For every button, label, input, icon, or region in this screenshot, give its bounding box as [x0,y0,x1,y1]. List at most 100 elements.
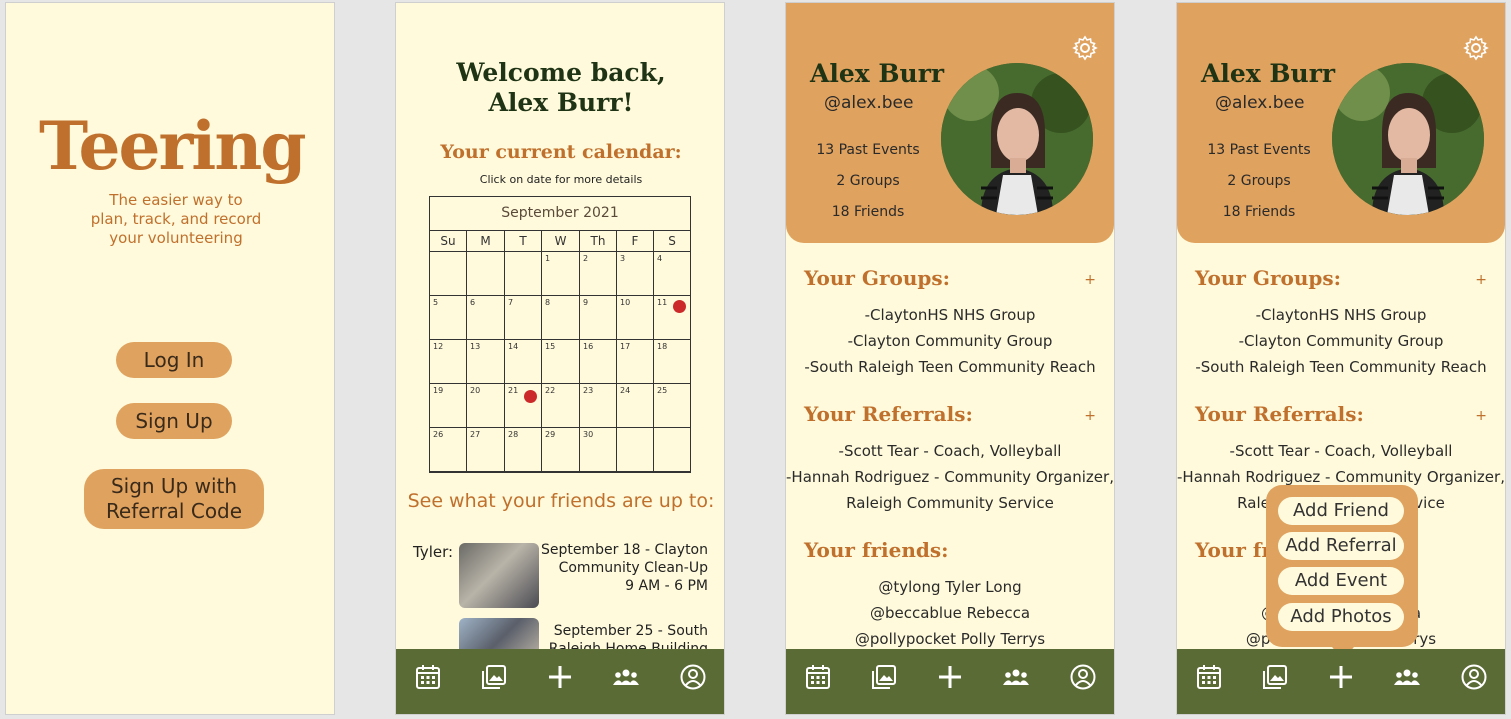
add-icon[interactable] [546,663,574,691]
calendar-day[interactable]: 7 [505,296,542,340]
calendar-day[interactable] [654,428,690,472]
groups-title: Your Groups: [1195,266,1342,290]
calendar-day[interactable]: 28 [505,428,542,472]
groups-icon[interactable] [612,663,640,691]
group-item[interactable]: -ClaytonHS NHS Group [1177,306,1505,324]
referral-item[interactable]: Raleigh Community Service [786,494,1114,512]
calendar-day[interactable] [430,252,467,296]
gear-icon[interactable] [1463,35,1489,61]
calendar-day[interactable]: 20 [467,384,505,428]
calendar-day[interactable]: 16 [580,340,617,384]
calendar-day[interactable]: 14 [505,340,542,384]
friend-item[interactable]: @pollypocket Polly Terrys [786,630,1114,648]
calendar-day-number: 25 [657,386,668,395]
calendar-icon[interactable] [1195,663,1223,691]
gear-icon[interactable] [1072,35,1098,61]
login-button[interactable]: Log In [116,342,232,378]
calendar-day[interactable]: 27 [467,428,505,472]
calendar-day[interactable]: 25 [654,384,690,428]
calendar-day-number: 28 [508,430,519,439]
group-item[interactable]: -South Raleigh Teen Community Reach [786,358,1114,376]
calendar-day[interactable]: 18 [654,340,690,384]
referral-item[interactable]: -Scott Tear - Coach, Volleyball [1177,442,1505,460]
groups-icon[interactable] [1002,663,1030,691]
friend-item[interactable]: @tylong Tyler Long [786,578,1114,596]
calendar-day[interactable]: 10 [617,296,654,340]
calendar-weekdays: Su M T W Th F S [430,231,690,252]
calendar-day[interactable]: 13 [467,340,505,384]
calendar-day[interactable]: 4 [654,252,690,296]
calendar-day[interactable]: 21 [505,384,542,428]
referral-item[interactable]: -Scott Tear - Coach, Volleyball [786,442,1114,460]
calendar-day-number: 22 [545,386,556,395]
stat-groups[interactable]: 2 Groups [798,166,938,197]
referral-item[interactable]: -Hannah Rodriguez - Community Organizer, [1177,468,1505,486]
calendar-day[interactable]: 22 [542,384,580,428]
calendar-day-number: 2 [583,254,589,263]
referral-item[interactable]: -Hannah Rodriguez - Community Organizer, [786,468,1114,486]
stat-friends[interactable]: 18 Friends [1189,197,1329,228]
calendar-icon[interactable] [804,663,832,691]
add-group-button[interactable]: + [1084,272,1096,288]
friend-item[interactable]: @beccablue Rebecca [786,604,1114,622]
referral-signup-button[interactable]: Sign Up with Referral Code [84,469,264,529]
profile-icon[interactable] [1069,663,1097,691]
profile-handle: @alex.bee [1215,93,1305,113]
calendar-day[interactable]: 3 [617,252,654,296]
group-item[interactable]: -Clayton Community Group [786,332,1114,350]
gallery-icon[interactable] [870,663,898,691]
calendar-day[interactable]: 5 [430,296,467,340]
calendar-day[interactable] [505,252,542,296]
group-item[interactable]: -Clayton Community Group [1177,332,1505,350]
app-logo: Teering [39,107,307,185]
group-item[interactable]: -ClaytonHS NHS Group [786,306,1114,324]
stat-groups[interactable]: 2 Groups [1189,166,1329,197]
calendar-day[interactable] [467,252,505,296]
calendar-day[interactable]: 23 [580,384,617,428]
event-info[interactable]: September 18 - Clayton Community Clean-U… [541,541,708,595]
add-event-button[interactable]: Add Event [1278,567,1404,595]
calendar-day[interactable]: 19 [430,384,467,428]
add-referral-menu-button[interactable]: Add Referral [1278,532,1404,560]
calendar-day[interactable]: 9 [580,296,617,340]
add-friend-button[interactable]: Add Friend [1278,497,1404,525]
calendar-day[interactable]: 12 [430,340,467,384]
add-photos-button[interactable]: Add Photos [1278,603,1404,631]
friend-name: Tyler: [413,543,454,561]
calendar-day[interactable]: 17 [617,340,654,384]
profile-icon[interactable] [679,663,707,691]
add-referral-button[interactable]: + [1475,408,1487,424]
stat-friends[interactable]: 18 Friends [798,197,938,228]
calendar-day[interactable] [617,428,654,472]
calendar-day[interactable]: 24 [617,384,654,428]
event-marker[interactable] [524,390,537,403]
add-icon[interactable] [936,663,964,691]
calendar-day[interactable]: 29 [542,428,580,472]
calendar-day[interactable]: 26 [430,428,467,472]
calendar-day-number: 30 [583,430,594,439]
calendar-icon[interactable] [414,663,442,691]
calendar-day[interactable]: 1 [542,252,580,296]
event-photo[interactable] [459,543,539,608]
weekday-label: Th [580,231,617,251]
stat-events[interactable]: 13 Past Events [798,135,938,166]
calendar-day[interactable]: 30 [580,428,617,472]
groups-icon[interactable] [1393,663,1421,691]
signup-button[interactable]: Sign Up [116,403,232,439]
calendar-day[interactable]: 2 [580,252,617,296]
add-group-button[interactable]: + [1475,272,1487,288]
group-item[interactable]: -South Raleigh Teen Community Reach [1177,358,1505,376]
calendar-day[interactable]: 15 [542,340,580,384]
gallery-icon[interactable] [480,663,508,691]
calendar-day[interactable]: 8 [542,296,580,340]
referrals-title: Your Referrals: [804,402,973,426]
add-referral-button[interactable]: + [1084,408,1096,424]
profile-screen: Alex Burr @alex.bee 13 Past Events 2 Gro… [785,2,1115,715]
event-marker[interactable] [673,300,686,313]
gallery-icon[interactable] [1261,663,1289,691]
profile-icon[interactable] [1460,663,1488,691]
calendar-day-number: 19 [433,386,444,395]
add-icon[interactable] [1327,663,1355,691]
stat-events[interactable]: 13 Past Events [1189,135,1329,166]
calendar-day[interactable]: 6 [467,296,505,340]
